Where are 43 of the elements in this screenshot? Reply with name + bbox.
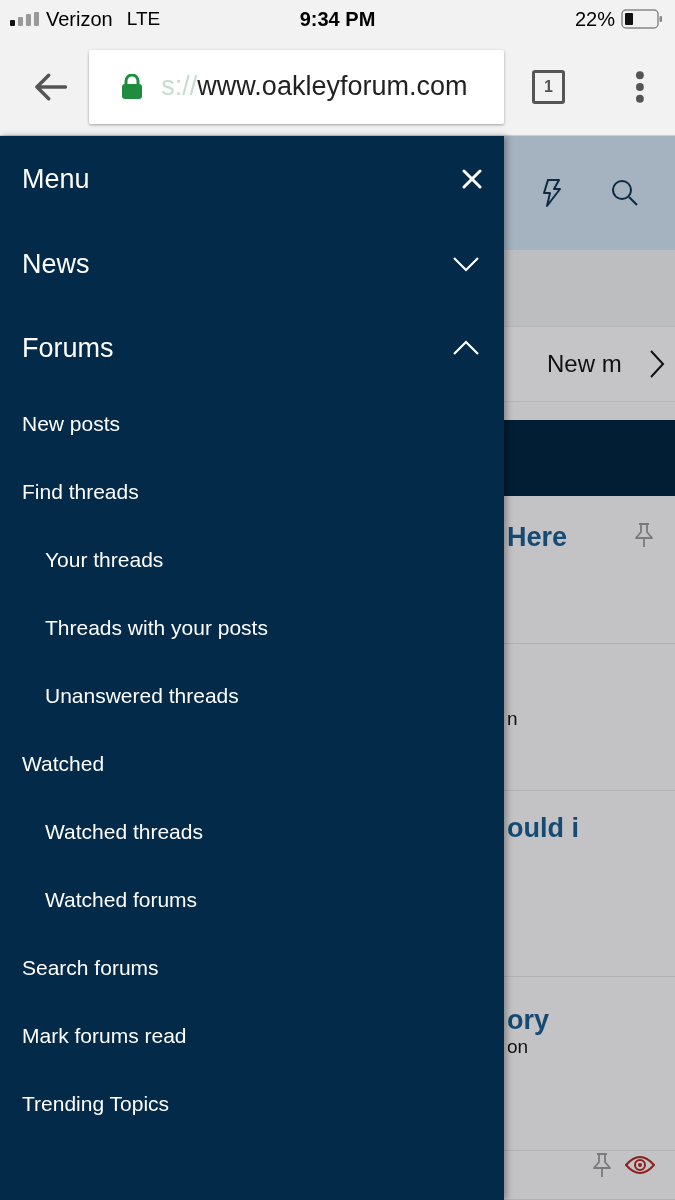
menu-section[interactable]: Forums	[0, 306, 504, 390]
tab-count-button[interactable]: 1	[531, 69, 566, 104]
menu-title: Menu	[22, 163, 90, 195]
submenu-item[interactable]: Unanswered threads	[0, 662, 504, 730]
thread-row[interactable]: ory on	[504, 977, 675, 1151]
thread-title[interactable]: ory	[507, 1005, 550, 1036]
submenu-item[interactable]: Watched threads	[0, 798, 504, 866]
thread-row[interactable]: n	[504, 644, 675, 791]
thread-row[interactable]	[504, 1151, 675, 1200]
clock-time: 9:34 PM	[299, 7, 376, 31]
thread-meta: on	[507, 1036, 530, 1058]
submenu-item[interactable]: Watched forums	[0, 866, 504, 934]
menu-item[interactable]: Search forums	[0, 934, 504, 1002]
submenu-item[interactable]: Your threads	[0, 526, 504, 594]
network-type: LTE	[126, 8, 161, 30]
carrier-name: Verizon	[46, 7, 113, 31]
thread-title[interactable]: ould i	[507, 813, 579, 844]
thread-meta: n	[507, 708, 518, 730]
chevron-up-icon	[452, 340, 480, 356]
thread-title[interactable]: Here	[507, 522, 568, 553]
battery-icon	[621, 9, 663, 29]
lock-icon	[121, 73, 144, 100]
menu-section[interactable]: News	[0, 222, 504, 306]
submenu-item[interactable]: Threads with your posts	[0, 594, 504, 662]
menu-item[interactable]: Watched	[0, 730, 504, 798]
nav-tab[interactable]: New m	[547, 350, 622, 378]
menu-item[interactable]: Trending Topics	[0, 1070, 504, 1138]
signal-icon	[10, 12, 40, 26]
menu-item[interactable]: New posts	[0, 390, 504, 458]
thread-row[interactable]: ould i	[504, 791, 675, 977]
thread-row[interactable]: Here	[504, 496, 675, 644]
menu-item[interactable]: Find threads	[0, 458, 504, 526]
url-text: s://www.oakleyforum.com	[161, 71, 468, 102]
back-arrow-icon[interactable]	[34, 71, 68, 102]
chevron-down-icon	[452, 256, 480, 272]
chevron-right-icon[interactable]	[649, 349, 665, 379]
lightning-icon[interactable]	[542, 178, 562, 208]
close-icon[interactable]	[462, 169, 482, 189]
search-icon[interactable]	[610, 178, 640, 208]
more-menu-icon[interactable]	[635, 69, 645, 104]
address-bar[interactable]: s://www.oakleyforum.com	[89, 49, 504, 124]
menu-item[interactable]: Mark forums read	[0, 1002, 504, 1070]
battery-percent: 22%	[574, 7, 615, 31]
